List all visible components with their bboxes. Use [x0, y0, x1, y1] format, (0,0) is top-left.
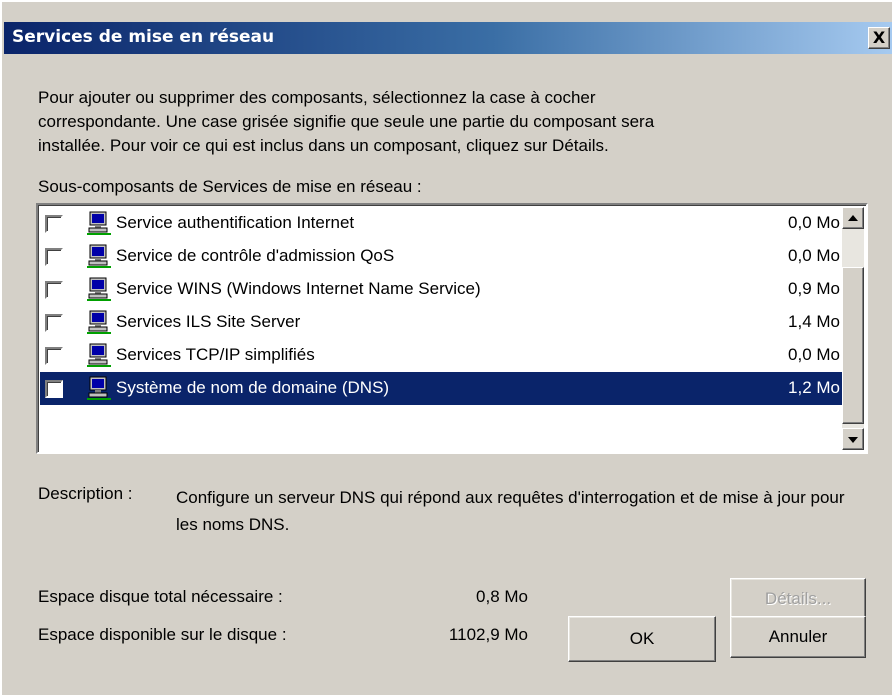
- component-name: Système de nom de domaine (DNS): [116, 378, 390, 397]
- close-button[interactable]: X: [868, 27, 890, 49]
- scroll-thumb[interactable]: [842, 267, 864, 424]
- window-title: Services de mise en réseau: [12, 27, 275, 47]
- component-size: 0,9 Mo: [788, 279, 840, 298]
- networking-services-dialog: Services de mise en réseau X Pour ajoute…: [0, 0, 892, 695]
- list-item[interactable]: Service authentification Internet 0,0 Mo: [40, 207, 846, 240]
- list-item[interactable]: Système de nom de domaine (DNS) 1,2 Mo: [40, 372, 846, 405]
- list-item[interactable]: Services ILS Site Server 1,4 Mo: [40, 306, 846, 339]
- available-space-value: 1102,9 Mo: [448, 625, 528, 644]
- component-checkbox[interactable]: [45, 347, 63, 365]
- vertical-scrollbar[interactable]: [842, 207, 864, 450]
- network-computer-icon: [86, 210, 112, 236]
- required-space-label: Espace disque total nécessaire :: [38, 587, 283, 606]
- component-name: Services ILS Site Server: [116, 312, 301, 331]
- network-computer-icon: [86, 375, 112, 401]
- arrow-down-icon: [848, 437, 858, 443]
- network-computer-icon: [86, 243, 112, 269]
- description-text: Configure un serveur DNS qui répond aux …: [176, 488, 845, 534]
- ok-button[interactable]: OK: [568, 616, 716, 662]
- component-checkbox[interactable]: [45, 314, 63, 332]
- available-space-label: Espace disponible sur le disque :: [38, 625, 287, 644]
- component-size: 1,2 Mo: [788, 378, 840, 397]
- subcomponents-label: Sous-composants de Services de mise en r…: [38, 177, 422, 196]
- component-checkbox[interactable]: [45, 380, 63, 398]
- component-size: 0,0 Mo: [788, 213, 840, 232]
- component-name: Service de contrôle d'admission QoS: [116, 246, 395, 265]
- network-computer-icon: [86, 342, 112, 368]
- title-bar[interactable]: Services de mise en réseau X: [4, 22, 892, 54]
- component-size: 0,0 Mo: [788, 246, 840, 265]
- component-checkbox[interactable]: [45, 281, 63, 299]
- component-checkbox[interactable]: [45, 248, 63, 266]
- subcomponents-list[interactable]: Service authentification Internet 0,0 Mo S…: [36, 203, 868, 454]
- cancel-button[interactable]: Annuler: [730, 616, 866, 658]
- network-computer-icon: [86, 309, 112, 335]
- description-label: Description :: [38, 484, 133, 503]
- scroll-down-button[interactable]: [842, 428, 864, 450]
- network-computer-icon: [86, 276, 112, 302]
- list-item[interactable]: Service de contrôle d'admission QoS 0,0 M…: [40, 240, 846, 273]
- list-item[interactable]: Services TCP/IP simplifiés 0,0 Mo: [40, 339, 846, 372]
- component-name: Service WINS (Windows Internet Name Serv…: [116, 279, 481, 298]
- component-name: Services TCP/IP simplifiés: [116, 345, 315, 364]
- component-checkbox[interactable]: [45, 215, 63, 233]
- instructions-text: Pour ajouter ou supprimer des composants…: [38, 88, 655, 155]
- component-name: Service authentification Internet: [116, 213, 355, 232]
- arrow-up-icon: [848, 215, 858, 221]
- component-size: 1,4 Mo: [788, 312, 840, 331]
- component-size: 0,0 Mo: [788, 345, 840, 364]
- scroll-up-button[interactable]: [842, 207, 864, 229]
- required-space-value: 0,8 Mo: [476, 587, 528, 606]
- details-button[interactable]: Détails...: [730, 578, 866, 620]
- list-item[interactable]: Service WINS (Windows Internet Name Serv…: [40, 273, 846, 306]
